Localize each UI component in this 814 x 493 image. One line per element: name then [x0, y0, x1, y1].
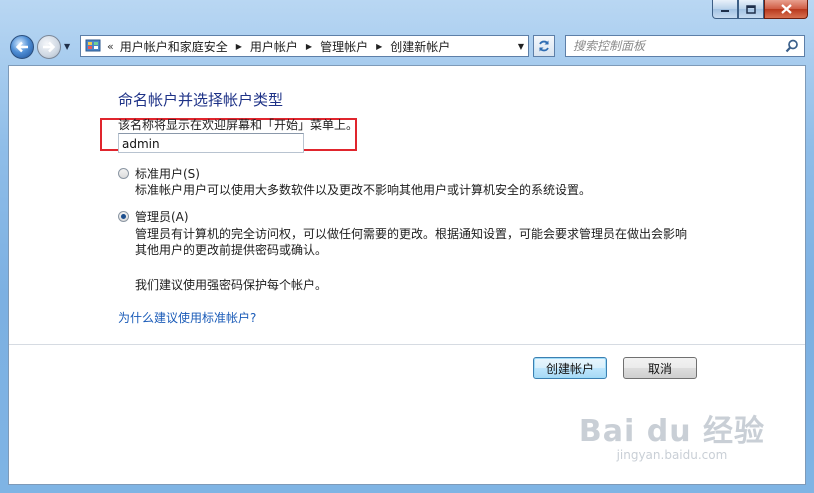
caption-buttons — [712, 0, 808, 19]
history-dropdown[interactable]: ▼ — [64, 42, 70, 51]
window-frame: ▼ « 用户帐户和家庭安全 ▶ 用户帐户 ▶ 管理帐户 ▶ 创建新帐户 ▼ 搜索… — [0, 0, 814, 493]
maximize-button[interactable] — [738, 0, 764, 19]
name-hint-text: 该名称将显示在欢迎屏幕和「开始」菜单上。 — [118, 118, 359, 132]
breadcrumb-separator-icon[interactable]: ▶ — [306, 42, 312, 51]
administrator-desc-line-2: 其他用户的更改前提供密码或确认。 — [135, 243, 328, 257]
search-box[interactable] — [565, 35, 805, 57]
administrator-desc-line-1: 管理员有计算机的完全访问权，可以做任何需要的更改。根据通知设置，可能会要求管理员… — [135, 227, 688, 241]
password-recommendation: 我们建议使用强密码保护每个帐户。 — [135, 278, 328, 292]
breadcrumb-user-accounts-family[interactable]: 用户帐户和家庭安全 — [120, 38, 228, 55]
breadcrumb-overflow[interactable]: « — [107, 40, 114, 53]
radio-administrator[interactable]: 管理员(A) — [118, 208, 189, 225]
back-button[interactable] — [10, 35, 34, 59]
administrator-desc: 管理员有计算机的完全访问权，可以做任何需要的更改。根据通知设置，可能会要求管理员… — [135, 226, 687, 258]
watermark-brand: Bai du 经验 — [578, 414, 765, 449]
footer-divider — [9, 344, 805, 345]
address-bar[interactable]: « 用户帐户和家庭安全 ▶ 用户帐户 ▶ 管理帐户 ▶ 创建新帐户 ▼ — [80, 35, 529, 57]
maximize-icon — [746, 4, 756, 14]
address-dropdown-icon[interactable]: ▼ — [518, 42, 524, 51]
cancel-button[interactable]: 取消 — [623, 357, 697, 379]
watermark-url: jingyan.baidu.com — [616, 448, 728, 462]
close-button[interactable] — [764, 0, 808, 19]
create-account-button[interactable]: 创建帐户 — [533, 357, 607, 379]
back-arrow-icon — [15, 41, 28, 53]
standard-user-desc: 标准帐户用户可以使用大多数软件以及更改不影响其他用户或计算机安全的系统设置。 — [135, 182, 591, 198]
content-pane: 命名帐户并选择帐户类型 该名称将显示在欢迎屏幕和「开始」菜单上。 标准用户(S)… — [8, 65, 806, 485]
minimize-icon — [721, 10, 729, 12]
breadcrumb-manage-accounts[interactable]: 管理帐户 — [320, 38, 368, 55]
radio-standard-user[interactable]: 标准用户(S) — [118, 165, 200, 182]
standard-user-desc-line: 标准帐户用户可以使用大多数软件以及更改不影响其他用户或计算机安全的系统设置。 — [135, 183, 592, 197]
minimize-button[interactable] — [712, 0, 738, 19]
administrator-label[interactable]: 管理员(A) — [135, 208, 189, 225]
radio-button-icon[interactable] — [118, 168, 129, 179]
page-title: 命名帐户并选择帐户类型 — [118, 91, 284, 109]
forward-arrow-icon — [43, 41, 56, 53]
search-input[interactable] — [573, 39, 773, 53]
why-standard-account-link[interactable]: 为什么建议使用标准帐户? — [118, 309, 256, 326]
account-name-input[interactable] — [118, 133, 304, 153]
refresh-button[interactable] — [533, 35, 555, 57]
breadcrumb-separator-icon[interactable]: ▶ — [236, 42, 242, 51]
refresh-icon — [539, 40, 549, 52]
standard-user-label[interactable]: 标准用户(S) — [135, 165, 200, 182]
breadcrumb-separator-icon[interactable]: ▶ — [376, 42, 382, 51]
baidu-watermark: Bai du 经验 jingyan.baidu.com — [579, 406, 765, 462]
breadcrumb-create-account[interactable]: 创建新帐户 — [390, 38, 450, 55]
breadcrumb-user-accounts[interactable]: 用户帐户 — [250, 38, 298, 55]
search-icon[interactable] — [785, 39, 799, 53]
close-icon — [780, 4, 792, 14]
control-panel-icon — [85, 39, 101, 52]
forward-button[interactable] — [37, 35, 61, 59]
radio-selected-icon[interactable] — [118, 211, 129, 222]
